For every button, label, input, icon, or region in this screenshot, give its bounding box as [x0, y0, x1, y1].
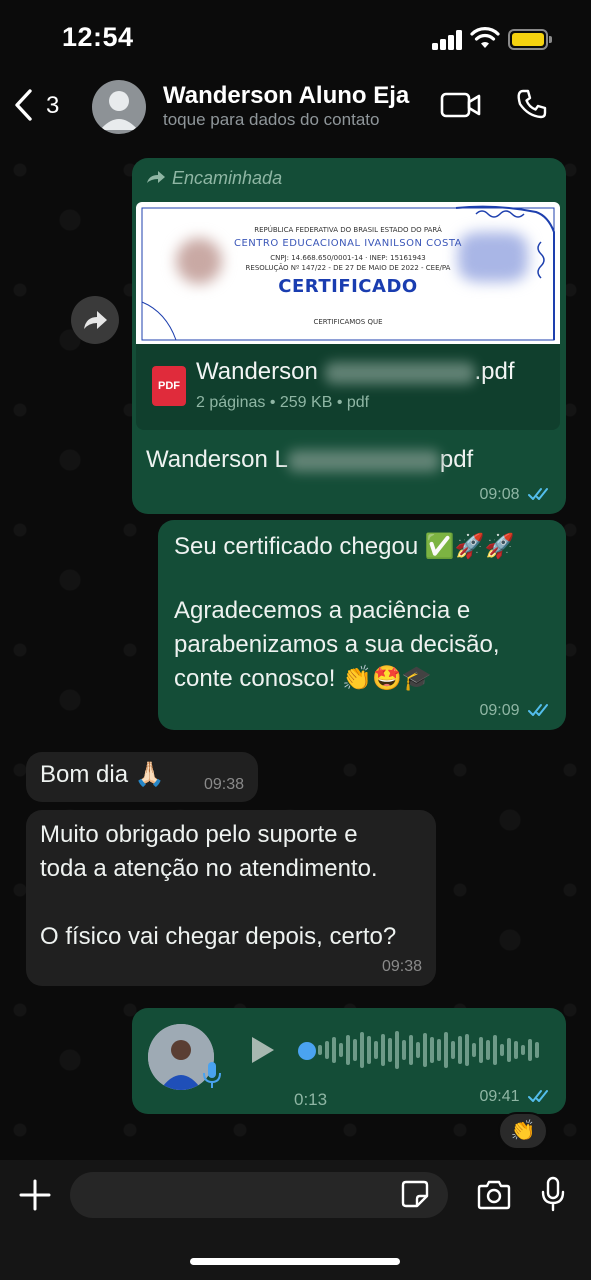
- message-timestamp: 09:08: [480, 486, 553, 504]
- waveform-bar: [416, 1042, 420, 1058]
- audio-waveform[interactable]: [318, 1030, 540, 1070]
- message-timestamp: 09:41: [480, 1088, 553, 1106]
- message-timestamp: 09:38: [203, 776, 244, 793]
- battery-icon: [508, 29, 552, 50]
- waveform-bar: [535, 1042, 539, 1058]
- voice-duration: 0:13: [294, 1090, 328, 1109]
- waveform-bar: [430, 1037, 434, 1063]
- waveform-bar: [521, 1045, 525, 1055]
- message-text: Agradecemos a paciência e parabenizamos …: [174, 597, 500, 692]
- waveform-bar: [374, 1041, 378, 1059]
- thanks-message[interactable]: Muito obrigado pelo suporte e toda a ate…: [26, 810, 436, 986]
- waveform-bar: [360, 1032, 364, 1068]
- read-receipt-icon: [528, 704, 548, 716]
- default-avatar-icon: [100, 91, 138, 130]
- waveform-bar: [437, 1039, 441, 1061]
- waveform-bar: [395, 1031, 399, 1069]
- reaction-badge[interactable]: 👏: [498, 1112, 548, 1150]
- certificate-header-line: REPÚBLICA FEDERATIVA DO BRASIL ESTADO DO…: [254, 226, 442, 234]
- forward-share-button[interactable]: [71, 296, 119, 344]
- waveform-bar: [451, 1041, 455, 1059]
- certificate-preview-image[interactable]: REPÚBLICA FEDERATIVA DO BRASIL ESTADO DO…: [136, 202, 560, 344]
- read-receipt-icon: [528, 1090, 548, 1102]
- wifi-icon: [470, 27, 500, 48]
- waveform-bar: [353, 1039, 357, 1061]
- share-arrow-icon: [84, 311, 107, 329]
- waveform-bar: [423, 1033, 427, 1067]
- voice-message[interactable]: 0:13 09:41: [132, 1008, 566, 1114]
- unread-count[interactable]: 3: [46, 92, 59, 120]
- waveform-bar: [339, 1043, 343, 1057]
- greeting-message[interactable]: Bom dia 🙏🏻 09:38: [26, 752, 258, 802]
- message-timestamp: 09:38: [381, 958, 422, 975]
- waveform-bar: [493, 1035, 497, 1065]
- chat-area[interactable]: Encaminhada REPÚBLICA FEDERATIVA DO BRAS…: [0, 140, 591, 1160]
- waveform-bar: [388, 1038, 392, 1062]
- document-attachment[interactable]: PDF Wanderson .pdf 2 páginas • 259 KB • …: [136, 344, 560, 430]
- waveform-bar: [479, 1037, 483, 1063]
- waveform-bar: [465, 1034, 469, 1066]
- waveform-bar: [514, 1041, 518, 1059]
- contact-name[interactable]: Wanderson Aluno Eja: [163, 82, 409, 110]
- certificate-ids: CNPJ: 14.668.650/0001-14 · INEP: 1516194…: [270, 254, 426, 262]
- waveform-bar: [528, 1039, 532, 1061]
- waveform-bar: [381, 1034, 385, 1066]
- microphone-icon[interactable]: [540, 1176, 566, 1212]
- video-call-icon[interactable]: [440, 90, 482, 120]
- message-composer: [0, 1160, 591, 1280]
- waveform-bar: [325, 1041, 329, 1059]
- waveform-bar: [402, 1040, 406, 1060]
- message-text: Muito obrigado pelo suporte e toda a ate…: [40, 821, 397, 950]
- waveform-bar: [409, 1035, 413, 1065]
- waveform-bar: [367, 1036, 371, 1064]
- chat-header: 3 Wanderson Aluno Eja toque para dados d…: [0, 76, 591, 140]
- redacted-text: [324, 361, 475, 384]
- clock: 12:54: [62, 22, 134, 52]
- message-text: Bom dia 🙏🏻: [40, 761, 165, 788]
- document-caption: Wanderson Lpdf: [146, 446, 474, 473]
- pdf-file-icon: PDF: [152, 366, 186, 406]
- document-meta: 2 páginas • 259 KB • pdf: [196, 394, 370, 411]
- plus-icon[interactable]: [18, 1178, 52, 1212]
- cellular-signal-icon: [432, 30, 464, 50]
- waveform-bar: [486, 1040, 490, 1060]
- contact-avatar[interactable]: [92, 80, 146, 134]
- forwarded-label: Encaminhada: [146, 168, 282, 189]
- redacted-text: [287, 449, 440, 472]
- mic-icon: [203, 1062, 221, 1088]
- certificate-footer: CERTIFICAMOS QUE: [313, 318, 383, 326]
- back-chevron-icon[interactable]: [12, 88, 34, 122]
- read-receipt-icon: [528, 488, 548, 500]
- waveform-bar: [472, 1043, 476, 1057]
- message-timestamp: 09:09: [480, 702, 553, 720]
- playback-position[interactable]: [298, 1042, 316, 1060]
- waveform-bar: [507, 1038, 511, 1062]
- play-icon[interactable]: [250, 1035, 276, 1065]
- waveform-bar: [444, 1032, 448, 1068]
- certificate-organization: CENTRO EDUCACIONAL IVANILSON COSTA: [234, 238, 462, 249]
- document-filename: Wanderson .pdf: [196, 358, 515, 385]
- forwarded-document-message[interactable]: Encaminhada REPÚBLICA FEDERATIVA DO BRAS…: [132, 158, 566, 514]
- status-bar: 12:54: [0, 0, 591, 76]
- sticker-icon[interactable]: [400, 1179, 430, 1209]
- certificate-title: CERTIFICADO: [278, 276, 418, 297]
- contact-subtitle[interactable]: toque para dados do contato: [163, 110, 379, 130]
- waveform-bar: [500, 1044, 504, 1056]
- phone-call-icon[interactable]: [516, 88, 548, 120]
- camera-icon[interactable]: [476, 1180, 512, 1210]
- message-text: Seu certificado chegou ✅🚀🚀: [174, 533, 515, 560]
- forward-arrow-icon: [147, 171, 165, 183]
- waveform-bar: [458, 1036, 462, 1064]
- certificate-arrived-message[interactable]: Seu certificado chegou ✅🚀🚀 Agradecemos a…: [158, 520, 566, 730]
- waveform-bar: [318, 1045, 322, 1055]
- message-input[interactable]: [70, 1172, 448, 1218]
- waveform-bar: [332, 1037, 336, 1063]
- certificate-resolution: RESOLUÇÃO Nº 147/22 - DE 27 DE MAIO DE 2…: [245, 264, 451, 272]
- home-indicator: [190, 1258, 400, 1265]
- waveform-bar: [346, 1035, 350, 1065]
